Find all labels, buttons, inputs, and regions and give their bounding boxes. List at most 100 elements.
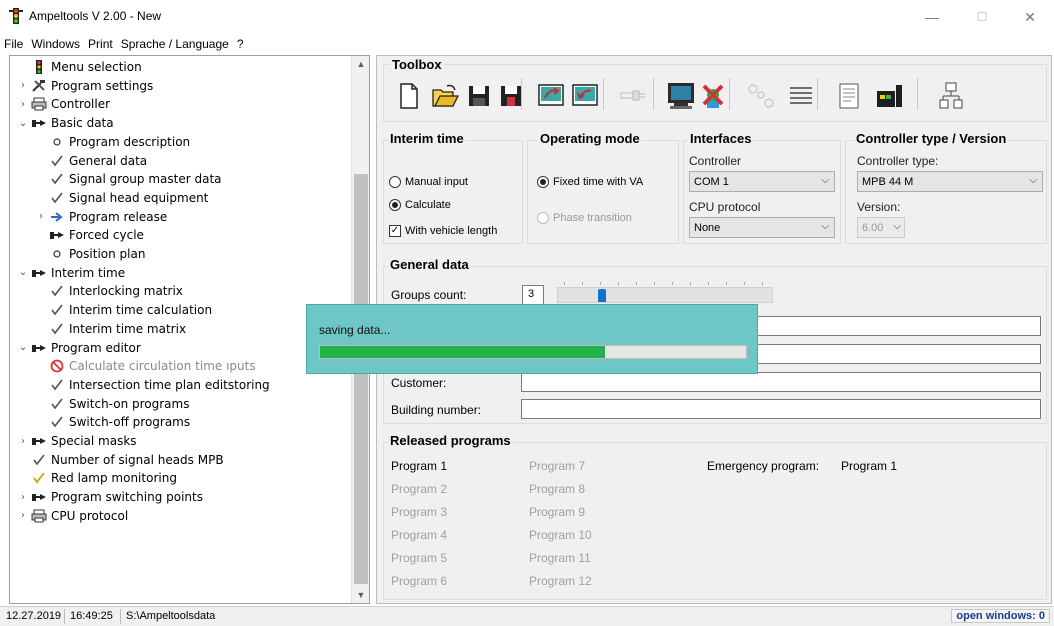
scroll-up-icon[interactable]: ▲	[352, 56, 369, 72]
scrollbar-thumb[interactable]	[354, 174, 368, 584]
status-path: S:\Ampeltoolsdata	[126, 610, 216, 622]
tree-item-label: Program settings	[51, 78, 154, 93]
released-program-item[interactable]: Program 12	[529, 574, 592, 588]
controller-port-select[interactable]: COM 1 ⌵	[689, 171, 835, 192]
monitor-icon[interactable]	[665, 80, 697, 112]
menu-print[interactable]: Print	[88, 37, 113, 51]
building-number-field[interactable]	[521, 399, 1041, 419]
checkmark-icon	[49, 284, 65, 298]
cpu-protocol-select[interactable]: None ⌵	[689, 217, 835, 238]
checkmark-icon	[49, 415, 65, 429]
released-program-item[interactable]: Program 7	[529, 459, 585, 473]
tree-item-interim-time-calculation[interactable]: Interim time calculation	[36, 301, 212, 319]
tree-item-interim-time[interactable]: ⌄ Interim time	[18, 264, 125, 282]
groups-count-slider[interactable]	[557, 282, 773, 303]
released-program-item[interactable]: Program 10	[529, 528, 592, 542]
new-document-icon[interactable]	[393, 80, 425, 112]
tree-item-general-data[interactable]: General data	[36, 152, 147, 170]
tree-item-number-of-signal-heads-mpb[interactable]: Number of signal heads MPB	[18, 451, 224, 469]
connector-icon[interactable]	[617, 80, 649, 112]
upload-icon[interactable]	[535, 80, 567, 112]
phase-transition-radio[interactable]: Phase transition	[537, 212, 632, 224]
tree-item-program-settings[interactable]: › Program settings	[18, 77, 153, 95]
tree-item-special-masks[interactable]: › Special masks	[18, 432, 137, 450]
tree-item-program-release[interactable]: › Program release	[36, 208, 167, 226]
released-program-item[interactable]: Program 8	[529, 482, 585, 496]
slider-tick	[618, 282, 619, 285]
chevron-right-icon[interactable]: ›	[18, 510, 28, 521]
nodes-icon[interactable]	[745, 80, 777, 112]
tree-item-interlocking-matrix[interactable]: Interlocking matrix	[36, 282, 183, 300]
tree-item-program-switching-points[interactable]: › Program switching points	[18, 488, 203, 506]
tree-item-menu-selection[interactable]: Menu selection	[18, 58, 142, 76]
controller-device-icon[interactable]	[873, 80, 905, 112]
fixed-time-radio[interactable]: Fixed time with VA	[537, 176, 643, 188]
tree-item-signal-head-equipment[interactable]: Signal head equipment	[36, 189, 208, 207]
tree-item-basic-data[interactable]: ⌄ Basic data	[18, 114, 114, 132]
groups-count-field[interactable]: 3	[522, 285, 544, 305]
network-icon[interactable]	[935, 80, 967, 112]
tree-item-calculate-circulation-time-puts[interactable]: Calculate circulation time ıputs	[36, 357, 256, 375]
tree-item-label: General data	[69, 153, 148, 168]
manual-input-radio[interactable]: Manual input	[389, 176, 468, 188]
tree-item-switch-on-programs[interactable]: Switch-on programs	[36, 395, 189, 413]
vehicle-length-checkbox[interactable]: ✓ With vehicle length	[389, 225, 497, 237]
released-program-item[interactable]: Program 3	[391, 505, 447, 519]
released-program-item[interactable]: Program 5	[391, 551, 447, 565]
menu-language[interactable]: Sprache / Language	[121, 37, 229, 51]
controller-type-select[interactable]: MPB 44 M ⌵	[857, 171, 1043, 192]
list-icon[interactable]	[785, 80, 817, 112]
version-value: 6.00	[862, 221, 884, 234]
tree-item-controller[interactable]: › Controller	[18, 95, 110, 113]
released-program-item[interactable]: Program 4	[391, 528, 447, 542]
tree-item-switch-off-programs[interactable]: Switch-off programs	[36, 413, 190, 431]
tree-item-cpu-protocol[interactable]: › CPU protocol	[18, 507, 128, 525]
minimize-button[interactable]: —	[912, 6, 952, 28]
scroll-down-icon[interactable]: ▼	[352, 587, 369, 603]
tree-item-forced-cycle[interactable]: Forced cycle	[36, 226, 144, 244]
report-icon[interactable]	[833, 80, 865, 112]
cancel-x-icon[interactable]	[697, 80, 729, 112]
chevron-right-icon[interactable]: ›	[18, 492, 28, 503]
download-icon[interactable]	[569, 80, 601, 112]
tree-item-intersection-time-plan-editstoring[interactable]: Intersection time plan editstoring	[36, 376, 270, 394]
save-as-icon[interactable]	[495, 80, 527, 112]
traffic-light-icon	[9, 8, 23, 24]
released-program-item[interactable]: Program 1	[391, 459, 447, 473]
menu-windows[interactable]: Windows	[31, 37, 80, 51]
operating-mode-group: Operating mode	[527, 131, 679, 244]
released-program-item[interactable]: Program 6	[391, 574, 447, 588]
tree-item-red-lamp-monitoring[interactable]: Red lamp monitoring	[18, 469, 177, 487]
close-button[interactable]: ✕	[1010, 6, 1050, 28]
tree-item-interim-time-matrix[interactable]: Interim time matrix	[36, 320, 186, 338]
tree-item-program-editor[interactable]: ⌄ Program editor	[18, 339, 141, 357]
menu-file[interactable]: File	[4, 37, 23, 51]
tree-item-position-plan[interactable]: Position plan	[36, 245, 145, 263]
tree-item-label: Signal head equipment	[69, 190, 209, 205]
toolbar-separator	[917, 78, 918, 110]
chevron-down-icon[interactable]: ⌄	[18, 342, 28, 353]
customer-field[interactable]	[521, 372, 1041, 392]
released-program-item[interactable]: Program 9	[529, 505, 585, 519]
chevron-right-icon[interactable]: ›	[18, 80, 28, 91]
open-windows-indicator[interactable]: open windows: 0	[951, 609, 1050, 623]
released-program-item[interactable]: Program 11	[529, 551, 591, 565]
maximize-button[interactable]: ☐	[962, 6, 1002, 28]
chevron-down-icon[interactable]: ⌄	[18, 118, 28, 129]
calculate-radio[interactable]: Calculate	[389, 199, 451, 211]
released-programs-title: Released programs	[388, 433, 513, 448]
chevron-right-icon[interactable]: ›	[18, 436, 28, 447]
save-icon[interactable]	[463, 80, 495, 112]
open-folder-icon[interactable]	[429, 80, 461, 112]
slider-thumb[interactable]	[598, 289, 606, 302]
tree-item-signal-group-master-data[interactable]: Signal group master data	[36, 170, 222, 188]
released-program-item[interactable]: Program 2	[391, 482, 447, 496]
chevron-right-icon[interactable]: ›	[36, 211, 46, 222]
chevron-down-icon[interactable]: ⌄	[18, 267, 28, 278]
tree-item-program-description[interactable]: Program description	[36, 133, 190, 151]
chevron-right-icon[interactable]: ›	[18, 99, 28, 110]
interfaces-title: Interfaces	[688, 131, 754, 146]
toolbar-separator	[729, 78, 730, 110]
version-select[interactable]: 6.00 ⌵	[857, 217, 905, 238]
menu-help[interactable]: ?	[237, 37, 244, 51]
